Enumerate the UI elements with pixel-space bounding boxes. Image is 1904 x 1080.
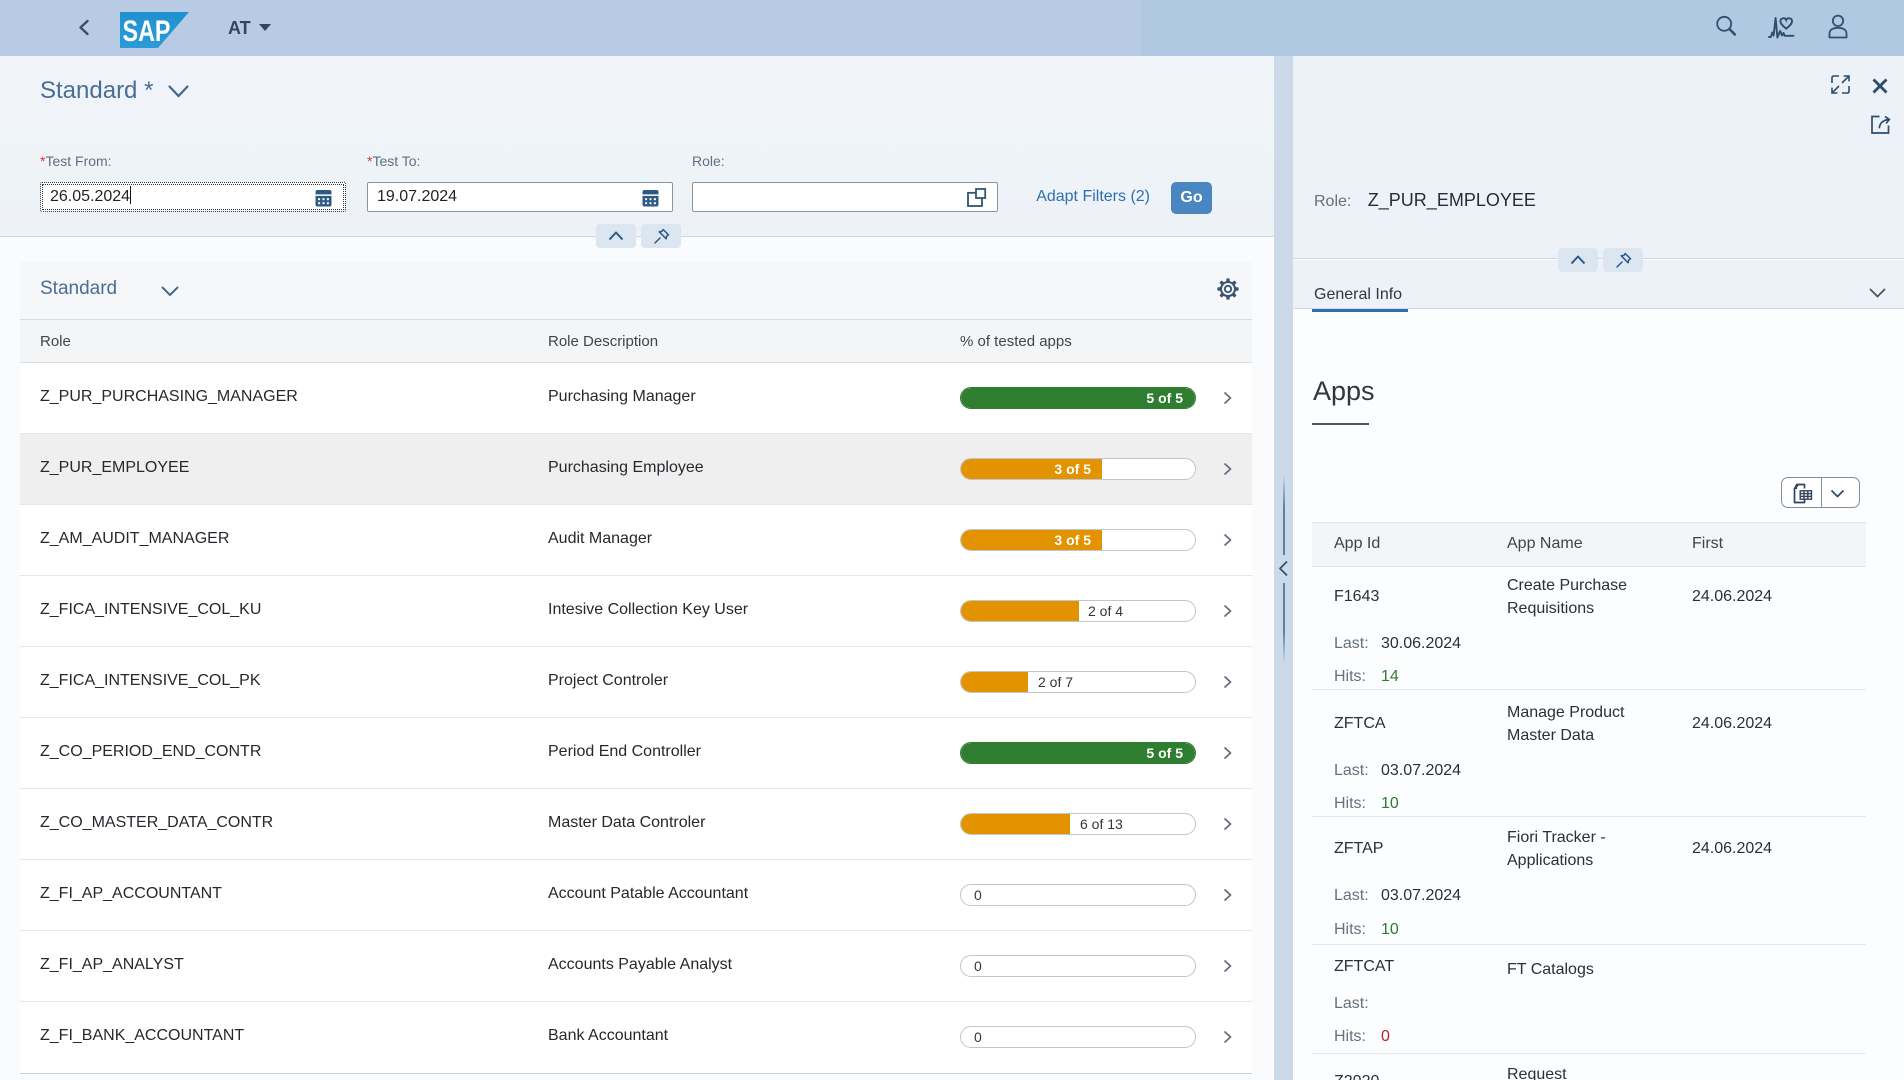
svg-text:SAP: SAP — [123, 15, 171, 48]
